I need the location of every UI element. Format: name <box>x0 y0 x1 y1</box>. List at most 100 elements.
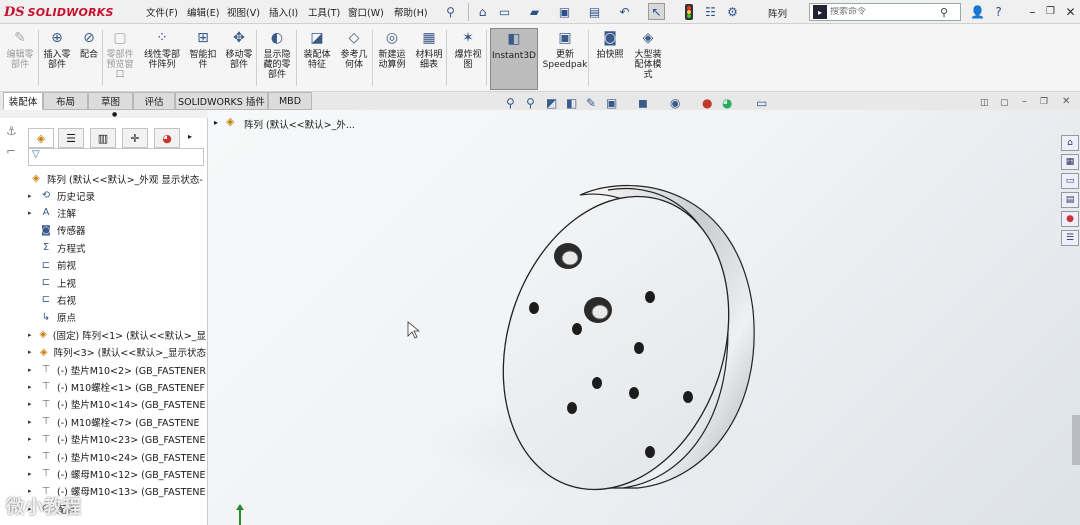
tab-assembly[interactable]: 装配体 <box>3 92 43 110</box>
tree-item[interactable]: ▸ ⊤ (-) 垫片M10<24> (GB_FASTENE <box>28 448 206 465</box>
tab-dimxpert[interactable]: ✛ <box>122 128 148 148</box>
expand-arrow-icon[interactable]: ▸ <box>28 418 38 426</box>
breadcrumb-expand-icon[interactable]: ▸ <box>214 118 218 127</box>
task-pane-handle[interactable] <box>1072 415 1080 465</box>
menu-window[interactable]: 窗口(W) <box>348 5 384 19</box>
tree-item[interactable]: ▸ ◈ 阵列<3> (默认<<默认>_显示状态 <box>28 344 206 361</box>
task-appearances-icon[interactable]: ● <box>1061 211 1079 227</box>
tab-display-manager[interactable]: ◕ <box>154 128 180 148</box>
ribbon-button-speedpak[interactable]: ▣ 更新 Speedpak <box>542 28 588 90</box>
tab-configuration-manager[interactable]: ▥ <box>90 128 116 148</box>
menu-tools[interactable]: 工具(T) <box>308 5 340 19</box>
solidworks-logo[interactable]: DS SOLIDWORKS <box>4 2 122 22</box>
tree-item[interactable]: ▸ ⊤ (-) 垫片M10<14> (GB_FASTENE <box>28 396 206 413</box>
zoom-to-area-icon[interactable]: ⚲ <box>526 96 535 110</box>
ribbon-button-assembly-feature[interactable]: ◪ 装配体 特征 <box>300 28 334 90</box>
task-file-explorer-icon[interactable]: ▭ <box>1061 173 1079 189</box>
viewport-minimize-icon[interactable]: – <box>1022 96 1027 107</box>
pin-icon[interactable]: ⚲ <box>442 3 459 20</box>
search-input[interactable] <box>830 7 940 17</box>
rebuild-icon[interactable] <box>680 3 697 20</box>
tree-item[interactable]: ⊏ 右视 <box>28 291 206 308</box>
help-icon[interactable]: ? <box>990 3 1007 20</box>
tab-sketch[interactable]: 草图 <box>88 92 133 110</box>
task-design-library-icon[interactable]: ▦ <box>1061 154 1079 170</box>
ribbon-button-move-component[interactable]: ✥ 移动零 部件 <box>222 28 256 90</box>
tree-item[interactable]: ▸ A 注解 <box>28 204 206 221</box>
dynamic-annotation-icon[interactable]: ✎ <box>586 96 596 110</box>
tab-mbd[interactable]: MBD <box>268 92 312 110</box>
user-icon[interactable]: 👤 <box>969 3 986 20</box>
ribbon-button-edit-component[interactable]: ✎ 编辑零 部件 <box>4 28 36 90</box>
tree-item[interactable]: ▸ ⊤ (-) 垫片M10<2> (GB_FASTENER <box>28 361 206 378</box>
tree-item[interactable]: ↳ 原点 <box>28 309 206 326</box>
tree-item[interactable]: ▸ ◈ (固定) 阵列<1> (默认<<默认>_显 <box>28 326 206 343</box>
ribbon-button-mate[interactable]: ⊘ 配合 <box>76 28 102 90</box>
search-icon[interactable]: ⚲ <box>940 6 948 19</box>
print-icon[interactable]: ▤ <box>586 3 603 20</box>
expand-arrow-icon[interactable]: ▸ <box>28 209 38 217</box>
expand-arrow-icon[interactable]: ▸ <box>28 453 38 461</box>
task-custom-properties-icon[interactable]: ☰ <box>1061 230 1079 246</box>
minimize-icon[interactable]: – <box>1024 3 1041 20</box>
expand-arrow-icon[interactable]: ▸ <box>28 348 37 356</box>
tree-item[interactable]: Σ 方程式 <box>28 239 206 256</box>
panel-pin-icon[interactable]: ● <box>112 111 117 118</box>
tab-property-manager[interactable]: ☰ <box>58 128 84 148</box>
hide-show-items-icon[interactable]: ◉ <box>670 96 680 110</box>
ribbon-button-reference-geometry[interactable]: ◇ 参考几 何体 <box>336 28 372 90</box>
expand-arrow-icon[interactable]: ▸ <box>28 435 38 443</box>
breadcrumb[interactable]: 阵列 (默认<<默认>_外... <box>244 117 355 131</box>
menu-file[interactable]: 文件(F) <box>146 5 178 19</box>
apply-scene-icon[interactable]: ◕ <box>722 96 732 110</box>
tab-evaluate[interactable]: 评估 <box>133 92 175 110</box>
tree-item[interactable]: ⊏ 前视 <box>28 257 206 274</box>
expand-arrow-icon[interactable]: ▸ <box>28 192 38 200</box>
file-properties-icon[interactable]: ☷ <box>702 3 719 20</box>
ribbon-button-smart-fastener[interactable]: ⊞ 智能扣 件 <box>186 28 220 90</box>
save-icon[interactable]: ▣ <box>556 3 573 20</box>
task-home-icon[interactable]: ⌂ <box>1061 135 1079 151</box>
tree-item[interactable]: ▸ ⊤ (-) M10螺栓<7> (GB_FASTENE <box>28 413 206 430</box>
task-view-palette-icon[interactable]: ▤ <box>1061 192 1079 208</box>
search-command[interactable]: ▸ ⚲ <box>809 3 961 21</box>
expand-arrow-icon[interactable]: ▸ <box>28 383 38 391</box>
menu-help[interactable]: 帮助(H) <box>394 5 428 19</box>
menu-edit[interactable]: 编辑(E) <box>187 5 219 19</box>
menu-insert[interactable]: 插入(I) <box>269 5 298 19</box>
panel-more-icon[interactable]: ▸ <box>188 132 192 141</box>
filter-icon[interactable]: ▽ <box>32 149 40 160</box>
home-icon[interactable]: ⌂ <box>474 3 491 20</box>
undo-icon[interactable]: ↶ <box>616 3 633 20</box>
restore-icon[interactable]: ❐ <box>1042 3 1059 20</box>
ribbon-button-linear-pattern[interactable]: ⁘ 线性零部 件阵列 <box>140 28 184 90</box>
tree-item[interactable]: ▸ ⊤ (-) 垫片M10<23> (GB_FASTENE <box>28 431 206 448</box>
zoom-to-fit-icon[interactable]: ⚲ <box>506 96 515 110</box>
expand-arrow-icon[interactable]: ▸ <box>28 470 38 478</box>
tree-item[interactable]: ▸ ⊤ (-) M10螺栓<1> (GB_FASTENEF <box>28 378 206 395</box>
open-icon[interactable]: ▰ <box>526 3 543 20</box>
graphics-area[interactable]: ▸ ◈ 阵列 (默认<<默认>_外... <box>208 110 1080 525</box>
ribbon-button-large-assembly[interactable]: ◈ 大型装 配体模 式 <box>628 28 668 90</box>
filter-box[interactable]: ▽ <box>28 148 204 166</box>
viewport-close-icon[interactable]: ✕ <box>1062 96 1070 107</box>
ribbon-button-snapshot[interactable]: ◙ 拍快照 <box>592 28 628 90</box>
tab-layout[interactable]: 布局 <box>43 92 88 110</box>
view-orientation-icon[interactable]: ▣ <box>606 96 617 110</box>
ribbon-button-bom[interactable]: ▦ 材料明 细表 <box>412 28 446 90</box>
reference-icon[interactable]: ⚓ <box>6 124 17 138</box>
tree-item[interactable]: ◙ 传感器 <box>28 222 206 239</box>
sketch-icon[interactable]: ⌐ <box>6 144 16 158</box>
ribbon-button-new-motion-study[interactable]: ◎ 新建运 动算例 <box>374 28 410 90</box>
viewport-collapse-icon[interactable]: ◫ <box>980 98 989 108</box>
menu-view[interactable]: 视图(V) <box>227 5 260 19</box>
ribbon-button-show-hidden[interactable]: ◐ 显示隐 藏的零 部件 <box>258 28 296 90</box>
expand-arrow-icon[interactable]: ▸ <box>28 400 38 408</box>
viewport-restore-icon[interactable]: ❐ <box>1040 97 1048 107</box>
view-settings-icon[interactable]: ▭ <box>756 96 767 110</box>
ribbon-button-insert-component[interactable]: ⊕ 插入零 部件 <box>40 28 74 90</box>
viewport-maximize-icon[interactable]: ▢ <box>1000 98 1009 108</box>
select-pointer-icon[interactable]: ↖ <box>648 3 665 20</box>
section-view-icon[interactable]: ◧ <box>566 96 577 110</box>
display-style-icon[interactable]: ◼ <box>638 96 648 110</box>
